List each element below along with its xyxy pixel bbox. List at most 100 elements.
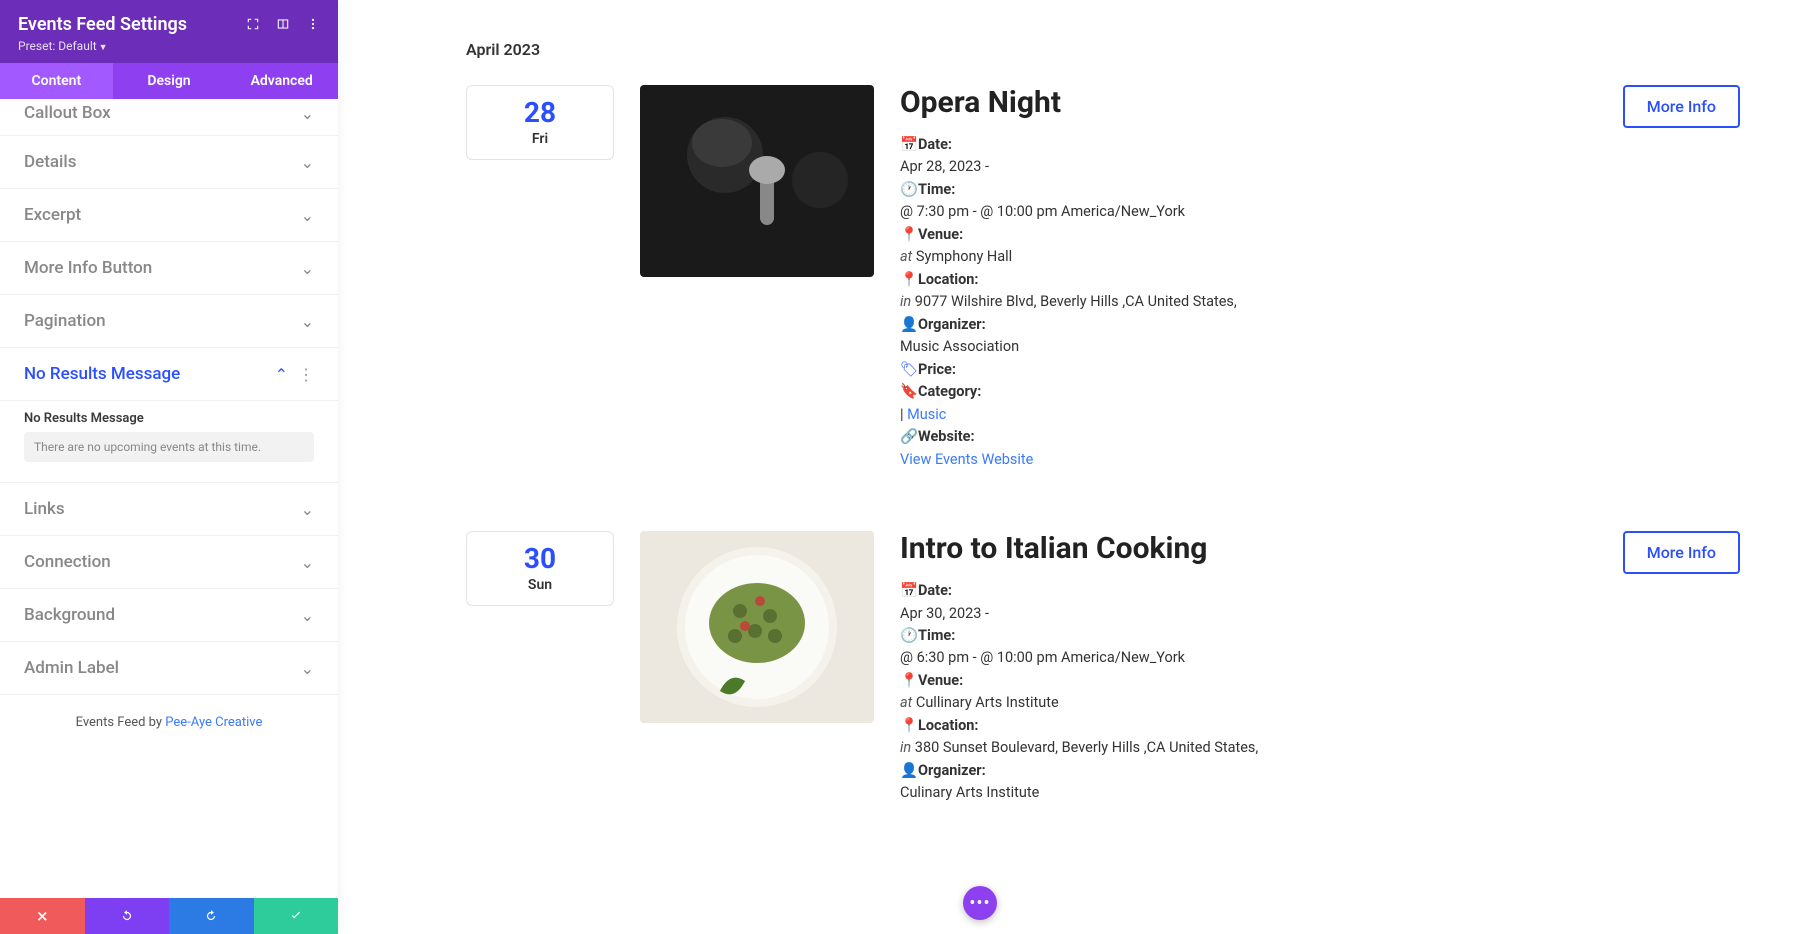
clock-icon: 🕐 [900, 179, 914, 201]
event-title[interactable]: Intro to Italian Cooking [900, 531, 1597, 566]
event-image [640, 531, 874, 723]
save-button[interactable] [254, 898, 339, 934]
panel-icon[interactable] [276, 16, 290, 35]
time-value: @ 7:30 pm - @ 10:00 pm America/New_York [900, 201, 1597, 223]
calendar-icon: 📅 [900, 134, 914, 156]
date-card: 30 Sun [466, 531, 614, 606]
chevron-down-icon: ⌄ [301, 206, 314, 225]
more-info-button[interactable]: More Info [1623, 531, 1740, 574]
tag-icon: 🏷 [900, 359, 914, 381]
section-excerpt[interactable]: Excerpt ⌄ [0, 189, 338, 242]
event-title[interactable]: Opera Night [900, 85, 1597, 120]
pin-icon: 📍 [900, 269, 914, 291]
organizer-label: Organizer: [918, 316, 986, 333]
website-label: Website: [918, 428, 975, 445]
date-number: 30 [467, 542, 613, 575]
more-icon[interactable] [306, 16, 320, 35]
tab-content[interactable]: Content [0, 63, 113, 99]
person-icon: 👤 [900, 760, 914, 782]
venue-value: Symphony Hall [916, 248, 1012, 265]
chevron-down-icon: ⌄ [301, 553, 314, 572]
section-label: Links [24, 499, 65, 519]
section-admin-label[interactable]: Admin Label ⌄ [0, 642, 338, 695]
action-bar [0, 898, 338, 934]
section-links[interactable]: Links ⌄ [0, 483, 338, 536]
at-prefix: at [900, 248, 912, 265]
sections-list: Callout Box ⌄ Details ⌄ Excerpt ⌄ More I… [0, 99, 338, 898]
section-label: Pagination [24, 311, 106, 331]
time-value: @ 6:30 pm - @ 10:00 pm America/New_York [900, 647, 1597, 669]
chevron-down-icon: ⌄ [301, 500, 314, 519]
date-card: 28 Fri [466, 85, 614, 160]
tab-advanced[interactable]: Advanced [225, 63, 338, 99]
date-day: Sun [467, 577, 613, 593]
preset-prefix: Preset: [18, 39, 58, 53]
no-results-body: No Results Message [0, 401, 338, 483]
preset-selector[interactable]: Preset: Default▼ [18, 39, 320, 53]
pin-icon: 📍 [900, 670, 914, 692]
category-label: Category: [918, 383, 981, 400]
bookmark-icon: 🔖 [900, 381, 914, 403]
expand-icon[interactable] [246, 16, 260, 35]
chevron-down-icon: ⌄ [301, 153, 314, 172]
location-label: Location: [918, 717, 979, 734]
chevron-down-icon: ⌄ [301, 606, 314, 625]
section-more-icon[interactable]: ⋮ [298, 365, 314, 384]
footer-credit: Events Feed by Pee-Aye Creative [0, 695, 338, 760]
venue-label: Venue: [918, 226, 963, 243]
venue-value: Cullinary Arts Institute [916, 694, 1059, 711]
settings-sidebar: Events Feed Settings Preset: Default▼ Co… [0, 0, 338, 934]
pin-icon: 📍 [900, 715, 914, 737]
redo-button[interactable] [169, 898, 254, 934]
cancel-button[interactable] [0, 898, 85, 934]
no-results-field-label: No Results Message [24, 411, 314, 426]
location-label: Location: [918, 271, 979, 288]
venue-label: Venue: [918, 672, 963, 689]
tabs: Content Design Advanced [0, 63, 338, 99]
time-label: Time: [918, 181, 955, 198]
date-value: Apr 28, 2023 - [900, 156, 1597, 178]
date-label: Date: [918, 136, 952, 153]
calendar-icon: 📅 [900, 580, 914, 602]
chevron-down-icon: ⌄ [301, 104, 314, 123]
fab-button[interactable]: ••• [963, 886, 997, 920]
section-background[interactable]: Background ⌄ [0, 589, 338, 642]
undo-button[interactable] [85, 898, 170, 934]
section-connection[interactable]: Connection ⌄ [0, 536, 338, 589]
more-info-button[interactable]: More Info [1623, 85, 1740, 128]
preview-area: April 2023 28 Fri Opera Night 📅Date: Apr… [338, 0, 1800, 934]
section-no-results[interactable]: No Results Message ⌃ ⋮ [0, 348, 338, 401]
sidebar-title: Events Feed Settings [18, 14, 187, 35]
section-callout-box[interactable]: Callout Box ⌄ [0, 99, 338, 136]
price-label: Price: [918, 361, 956, 378]
section-label: Details [24, 152, 76, 172]
event-row: 28 Fri Opera Night 📅Date: Apr 28, 2023 -… [466, 85, 1740, 471]
at-prefix: at [900, 694, 912, 711]
organizer-label: Organizer: [918, 762, 986, 779]
section-pagination[interactable]: Pagination ⌄ [0, 295, 338, 348]
footer-prefix: Events Feed by [76, 715, 166, 730]
section-label: Excerpt [24, 205, 81, 225]
chevron-up-icon: ⌃ [275, 365, 288, 384]
organizer-value: Culinary Arts Institute [900, 782, 1597, 804]
chevron-down-icon: ⌄ [301, 659, 314, 678]
tab-design[interactable]: Design [113, 63, 226, 99]
location-value: 9077 Wilshire Blvd, Beverly Hills ,CA Un… [915, 293, 1237, 310]
in-prefix: in [900, 293, 911, 310]
footer-link[interactable]: Pee-Aye Creative [165, 715, 262, 730]
section-label: More Info Button [24, 258, 152, 278]
section-label: Callout Box [24, 103, 111, 123]
date-value: Apr 30, 2023 - [900, 603, 1597, 625]
date-number: 28 [467, 96, 613, 129]
category-link[interactable]: Music [907, 406, 946, 423]
website-link[interactable]: View Events Website [900, 451, 1033, 468]
section-label: Connection [24, 552, 111, 572]
section-details[interactable]: Details ⌄ [0, 136, 338, 189]
clock-icon: 🕐 [900, 625, 914, 647]
chevron-down-icon: ⌄ [301, 259, 314, 278]
month-header: April 2023 [466, 40, 1740, 59]
location-value: 380 Sunset Boulevard, Beverly Hills ,CA … [915, 739, 1258, 756]
no-results-input[interactable] [24, 432, 314, 462]
preset-value: Default [58, 39, 96, 53]
section-more-info-button[interactable]: More Info Button ⌄ [0, 242, 338, 295]
